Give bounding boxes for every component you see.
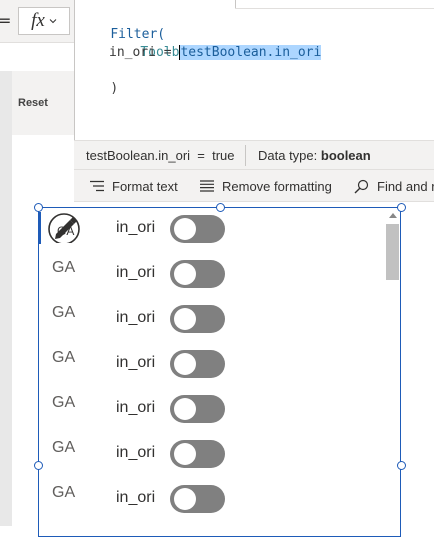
equals-icon: = — [0, 11, 12, 30]
row-label: in_ori — [116, 264, 156, 281]
editor-divider-line — [235, 8, 434, 9]
toggle-knob — [174, 488, 196, 510]
in-ori-toggle[interactable] — [170, 395, 225, 423]
row-initials: GA — [52, 259, 76, 276]
formula-toolbar: Format text Remove formatting Find and r… — [74, 170, 434, 202]
find-replace-label: Find and re — [377, 178, 434, 194]
data-type: Data type: boolean — [258, 148, 371, 163]
remove-formatting-button[interactable]: Remove formatting — [200, 170, 332, 202]
code-selection: testBoolean.in_ori — [179, 45, 322, 60]
toggle-knob — [174, 443, 196, 465]
in-ori-toggle[interactable] — [170, 215, 225, 243]
left-panel — [0, 71, 12, 526]
scrollbar-thumb[interactable] — [386, 224, 399, 280]
gallery-row[interactable]: GA in_ori — [40, 432, 380, 477]
in-ori-toggle[interactable] — [170, 440, 225, 468]
result-expression: testBoolean.in_ori = true — [86, 148, 235, 163]
code-line-4: ) — [79, 62, 118, 116]
fx-label: fx — [31, 10, 45, 31]
gallery-row[interactable]: GA in_ori — [40, 297, 380, 342]
in-ori-toggle[interactable] — [170, 485, 225, 513]
gallery-row[interactable]: GA in_ori — [40, 252, 380, 297]
gallery-row[interactable]: GA in_ori — [40, 342, 380, 387]
formula-editor[interactable]: Filter( ToolboxUsers, in_ori = testBoole… — [74, 0, 434, 140]
row-initials: GA — [52, 439, 76, 456]
code-line-3: in_ori = testBoolean.in_ori — [109, 44, 322, 62]
left-header — [0, 43, 74, 71]
row-label: in_ori — [116, 354, 156, 371]
code-condition: in_ori = — [109, 45, 180, 60]
format-text-button[interactable]: Format text — [90, 170, 178, 202]
search-icon — [354, 179, 369, 193]
row-initials: GA — [52, 394, 76, 411]
toggle-knob — [174, 353, 196, 375]
chevron-down-icon — [49, 19, 57, 24]
remove-formatting-icon — [200, 180, 214, 192]
row-initials: GA — [52, 349, 76, 366]
toggle-knob — [174, 263, 196, 285]
resize-handle-top-right[interactable] — [397, 203, 406, 212]
remove-formatting-label: Remove formatting — [222, 178, 332, 194]
row-label: in_ori — [116, 489, 156, 506]
row-initials: GA — [52, 484, 76, 501]
fx-button[interactable]: fx — [18, 7, 70, 35]
row-initials: GA — [52, 304, 76, 321]
edit-pencil-icon[interactable]: GA — [45, 207, 81, 243]
gallery-row[interactable]: GA in_ori — [40, 387, 380, 432]
row-label: in_ori — [116, 219, 156, 236]
format-text-label: Format text — [112, 178, 178, 194]
gallery-row[interactable]: GA in_ori — [40, 477, 380, 522]
format-text-icon — [90, 180, 104, 192]
result-bar: testBoolean.in_ori = true Data type: boo… — [74, 140, 434, 170]
find-replace-button[interactable]: Find and re — [354, 170, 434, 202]
in-ori-toggle[interactable] — [170, 260, 225, 288]
in-ori-toggle[interactable] — [170, 305, 225, 333]
scroll-up-arrow-icon[interactable] — [389, 213, 397, 218]
row-label: in_ori — [116, 399, 156, 416]
data-type-label: Data type: — [258, 148, 321, 163]
data-type-value: boolean — [320, 148, 371, 163]
result-divider — [245, 145, 246, 166]
in-ori-toggle[interactable] — [170, 350, 225, 378]
reset-button[interactable]: Reset — [18, 97, 48, 109]
toggle-knob — [174, 218, 196, 240]
gallery-row[interactable]: GA in_ori — [40, 207, 380, 252]
code-close-paren: ) — [110, 81, 119, 96]
row-label: in_ori — [116, 309, 156, 326]
toggle-knob — [174, 398, 196, 420]
toggle-knob — [174, 308, 196, 330]
row-label: in_ori — [116, 444, 156, 461]
